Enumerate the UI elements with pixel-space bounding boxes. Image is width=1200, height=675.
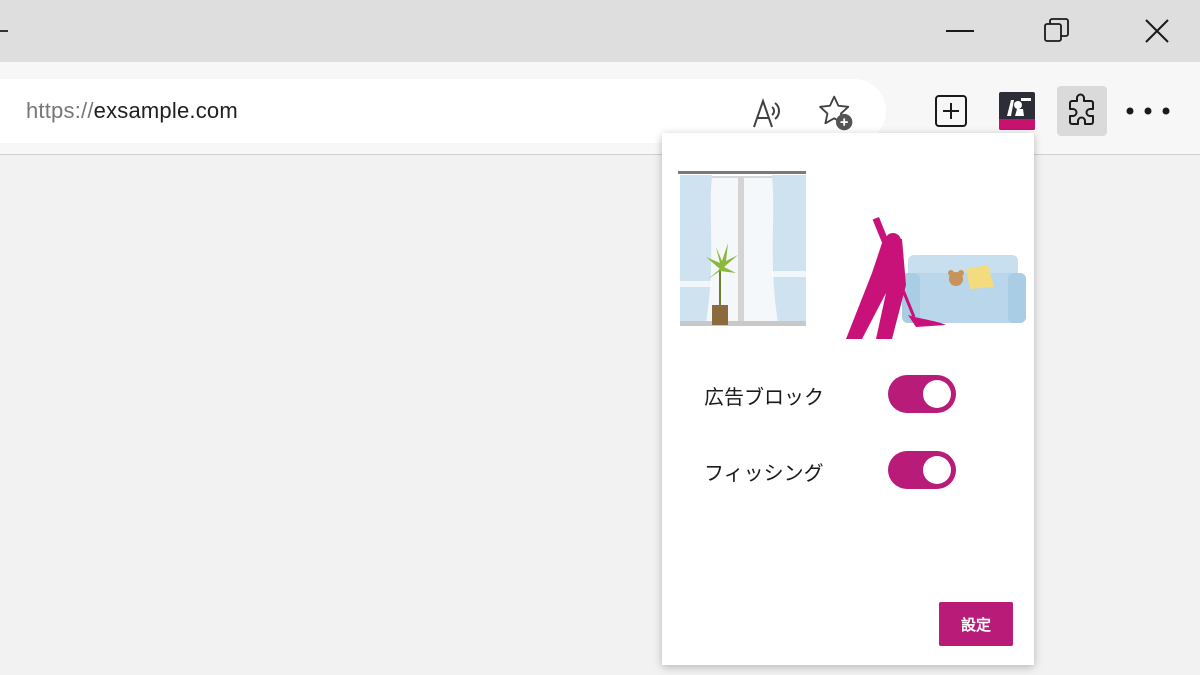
new-tab-icon <box>935 95 967 127</box>
phishing-label: フィッシング <box>704 461 824 485</box>
restore-icon <box>1044 18 1069 42</box>
url-host: exsample.com <box>93 98 238 123</box>
more-options-icon <box>1126 107 1170 115</box>
url-scheme: https:// <box>26 98 94 123</box>
close-window-button[interactable] <box>1107 0 1200 62</box>
extensions-puzzle-icon <box>1069 93 1094 125</box>
phishing-toggle-row: フィッシング <box>704 450 964 490</box>
read-aloud-icon <box>753 97 780 128</box>
title-bar <box>0 0 1200 62</box>
settings-button[interactable]: 設定 <box>939 602 1013 646</box>
adblock-label: 広告ブロック <box>704 385 824 409</box>
toggle-knob <box>923 380 951 408</box>
restore-button[interactable] <box>1007 0 1107 62</box>
extensions-button[interactable] <box>1057 86 1107 136</box>
add-favorite-button[interactable] <box>816 93 856 133</box>
ad-blocker-extension-button[interactable] <box>992 86 1042 136</box>
read-aloud-button[interactable] <box>748 93 788 133</box>
add-favorite-icon <box>819 95 853 131</box>
minimize-icon <box>946 30 974 32</box>
adblock-toggle[interactable] <box>888 375 956 413</box>
phishing-toggle[interactable] <box>888 451 956 489</box>
extension-popup: 広告ブロック フィッシング 設定 <box>662 133 1034 665</box>
minimize-button[interactable] <box>910 0 1010 62</box>
ad-blocker-extension-icon <box>999 92 1035 130</box>
close-icon <box>1145 19 1169 43</box>
cleaning-room-illustration <box>678 171 1026 339</box>
adblock-toggle-row: 広告ブロック <box>704 374 964 414</box>
more-options-button[interactable] <box>1123 86 1173 136</box>
toggle-knob <box>923 456 951 484</box>
tab-edge <box>0 30 8 32</box>
new-tab-button[interactable] <box>926 86 976 136</box>
url-text[interactable]: https://exsample.com <box>26 98 238 124</box>
